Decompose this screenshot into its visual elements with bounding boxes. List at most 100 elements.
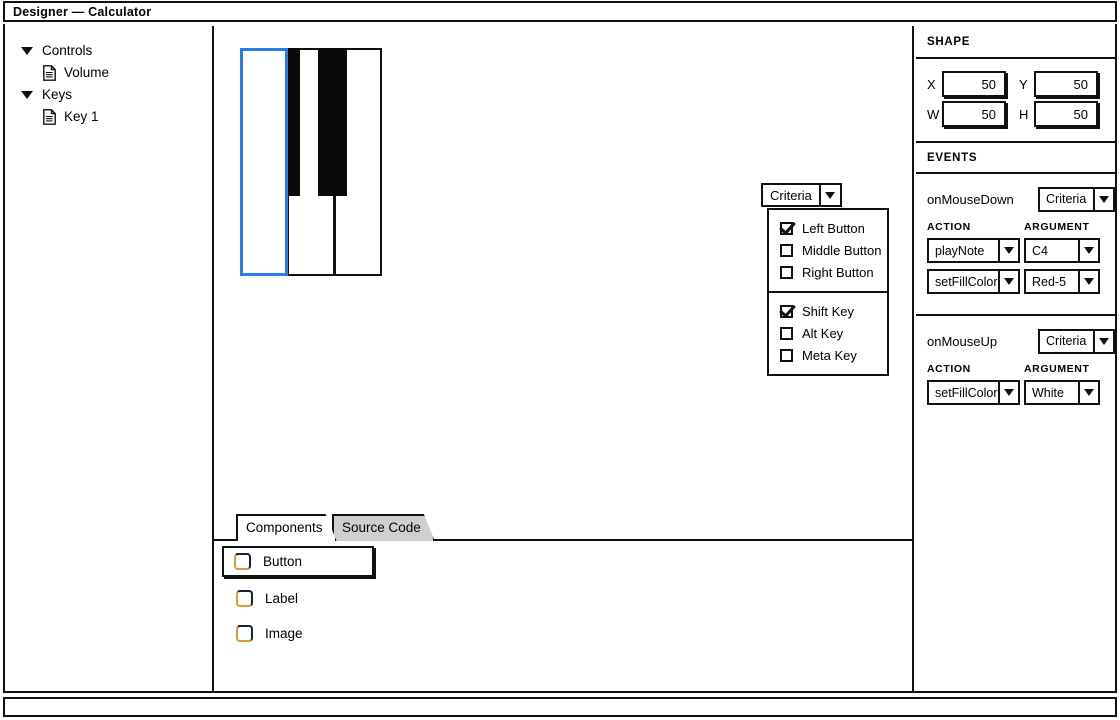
action-dropdown-setfillcolor[interactable]: setFillColor [927, 380, 1020, 405]
checkbox-icon[interactable] [780, 265, 793, 279]
tree-item-volume[interactable]: Volume [5, 62, 212, 84]
event-criteria-dropdown[interactable]: Criteria [1038, 186, 1115, 212]
criteria-dropdown-menu[interactable]: Left Button Middle Button Right Button S [767, 208, 889, 376]
palette-item-label-text: Image [265, 625, 303, 641]
action-value: playNote [927, 238, 1000, 263]
shape-label-x: X [927, 76, 936, 92]
event-column-headers: ACTION ARGUMENT [927, 221, 1115, 233]
argument-value: White [1024, 380, 1080, 405]
criteria-option-alt-key[interactable]: Alt Key [769, 322, 887, 344]
criteria-option-label: Right Button [802, 264, 874, 280]
design-canvas[interactable]: Criteria Left Button Middle Button Right… [214, 26, 914, 691]
chevron-down-icon[interactable] [1000, 380, 1020, 405]
palette-item-label: Button [263, 554, 303, 569]
event-criteria-value: Criteria [1038, 186, 1095, 212]
shape-label-h: H [1019, 106, 1029, 122]
tree-group-label: Controls [42, 43, 93, 59]
shape-input-y[interactable]: 50 [1034, 71, 1098, 97]
event-block-onmousedown: onMouseDown Criteria ACTION ARGUMENT pla… [916, 174, 1115, 306]
tree-item-key-1[interactable]: Key 1 [5, 106, 212, 128]
palette-item-label-text: Label [265, 590, 299, 606]
criteria-dropdown-widget[interactable]: Criteria Left Button Middle Button Right… [761, 183, 889, 376]
criteria-option-right-button[interactable]: Right Button [769, 261, 887, 283]
canvas-tab-strip: Components Source Code [214, 509, 912, 543]
criteria-option-label: Alt Key [802, 325, 844, 341]
caret-down-icon[interactable] [21, 91, 33, 99]
shape-input-h[interactable]: 50 [1034, 101, 1098, 127]
chevron-down-icon[interactable] [1000, 269, 1020, 294]
criteria-option-meta-key[interactable]: Meta Key [769, 344, 887, 366]
checkbox-icon[interactable] [780, 348, 793, 362]
chevron-down-icon[interactable] [1080, 380, 1100, 405]
palette-item-image[interactable]: Image [224, 619, 912, 647]
shape-field-w[interactable]: W 50 [927, 101, 1019, 127]
argument-dropdown-color[interactable]: White [1024, 380, 1100, 405]
shape-field-h[interactable]: H 50 [1019, 101, 1111, 127]
criteria-option-label: Left Button [802, 220, 865, 236]
column-header-argument: ARGUMENT [1024, 221, 1090, 233]
event-name-label: onMouseUp [927, 333, 998, 349]
tree-group-keys[interactable]: Keys [5, 84, 212, 106]
event-block-onmouseup: onMouseUp Criteria ACTION ARGUMENT setFi… [916, 314, 1115, 417]
argument-dropdown-note[interactable]: C4 [1024, 238, 1100, 263]
shape-input-x[interactable]: 50 [942, 71, 1006, 97]
argument-value: C4 [1024, 238, 1080, 263]
event-criteria-dropdown[interactable]: Criteria [1038, 328, 1115, 354]
tree-group-label: Keys [42, 87, 73, 103]
event-criteria-value: Criteria [1038, 328, 1095, 354]
black-key-2[interactable] [318, 48, 347, 196]
chevron-down-icon[interactable] [1000, 238, 1020, 263]
piano-keyboard-widget[interactable] [240, 48, 384, 276]
document-icon [43, 65, 56, 81]
criteria-dropdown-button[interactable]: Criteria [761, 183, 842, 207]
event-column-headers: ACTION ARGUMENT [927, 363, 1115, 375]
action-dropdown-playnote[interactable]: playNote [927, 238, 1020, 263]
component-icon [234, 553, 251, 570]
criteria-option-shift-key[interactable]: Shift Key [769, 300, 887, 322]
tab-source-code[interactable]: Source Code [332, 514, 435, 541]
tree-item-label: Volume [64, 65, 110, 81]
caret-down-icon[interactable] [21, 47, 33, 55]
palette-item-button[interactable]: Button [222, 546, 374, 577]
component-tree: Controls Volume Keys Key 1 [5, 40, 212, 128]
sidebar-tree-panel: Controls Volume Keys Key 1 [5, 26, 214, 691]
document-icon [43, 109, 56, 125]
checkbox-icon[interactable] [780, 243, 793, 257]
tab-label: Source Code [342, 520, 421, 535]
component-icon [236, 624, 253, 642]
chevron-down-icon[interactable] [1095, 186, 1115, 212]
criteria-option-middle-button[interactable]: Middle Button [769, 239, 887, 261]
shape-field-x[interactable]: X 50 [927, 71, 1019, 97]
status-bar [3, 697, 1117, 717]
white-key-1[interactable] [240, 48, 288, 276]
chevron-down-icon[interactable] [1080, 269, 1100, 294]
chevron-down-icon[interactable] [820, 183, 842, 207]
tree-group-controls[interactable]: Controls [5, 40, 212, 62]
event-name-label: onMouseDown [927, 191, 1014, 207]
shape-input-w[interactable]: 50 [942, 101, 1006, 127]
column-header-action: ACTION [927, 221, 971, 233]
tab-components[interactable]: Components [236, 514, 337, 543]
criteria-option-label: Meta Key [802, 347, 857, 363]
criteria-option-left-button[interactable]: Left Button [769, 217, 887, 239]
criteria-dropdown-value: Criteria [761, 183, 821, 207]
event-action-row: setFillColor Red-5 [927, 269, 1115, 294]
palette-item-label[interactable]: Label [224, 584, 912, 612]
shape-field-y[interactable]: Y 50 [1019, 71, 1111, 97]
shape-section-heading: SHAPE [916, 26, 1115, 59]
action-dropdown-setfillcolor[interactable]: setFillColor [927, 269, 1020, 294]
shape-label-w: W [927, 106, 940, 122]
shape-section-body: X 50 Y 50 W 50 H 50 [916, 59, 1115, 141]
checkbox-icon[interactable] [780, 221, 793, 235]
criteria-group-buttons: Left Button Middle Button Right Button [769, 210, 887, 291]
chevron-down-icon[interactable] [1080, 238, 1100, 263]
event-action-row: playNote C4 [927, 238, 1115, 263]
checkbox-icon[interactable] [780, 326, 793, 340]
checkbox-icon[interactable] [780, 304, 793, 318]
argument-value: Red-5 [1024, 269, 1080, 294]
argument-dropdown-color[interactable]: Red-5 [1024, 269, 1100, 294]
tab-label: Components [246, 520, 323, 535]
column-header-action: ACTION [927, 363, 971, 375]
component-icon [236, 589, 253, 607]
chevron-down-icon[interactable] [1095, 328, 1115, 354]
